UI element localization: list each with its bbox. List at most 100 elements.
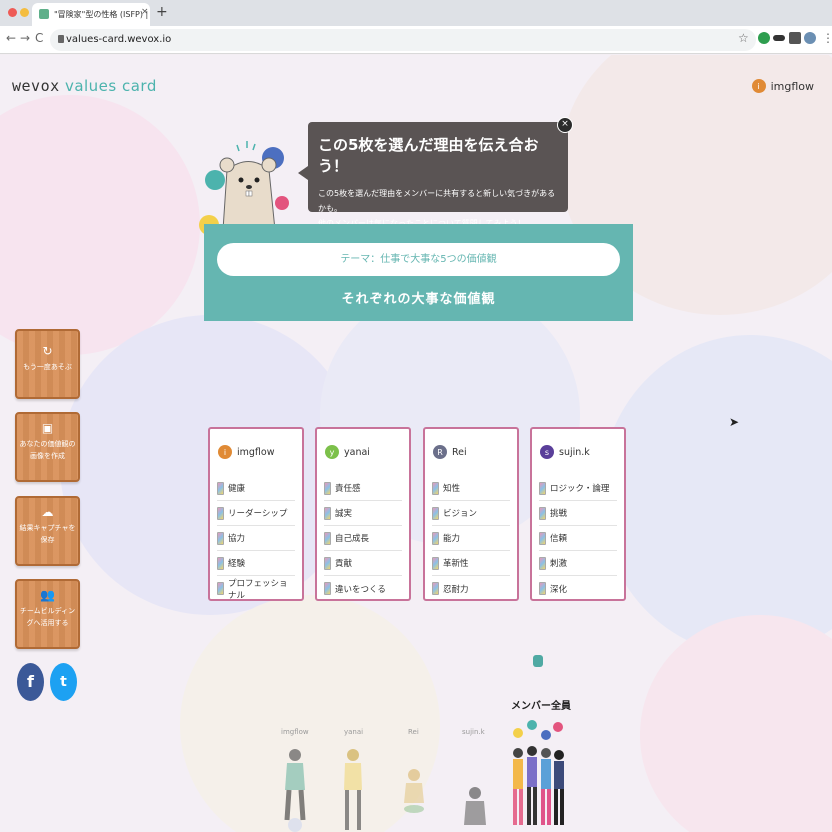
team-building-label-2: グへ活用する xyxy=(26,619,69,627)
browser-menu-icon[interactable]: ⋮ xyxy=(822,31,832,45)
value-item: 信頼 xyxy=(539,526,617,551)
member-name: Rei xyxy=(452,446,467,458)
member-card: i imgflow 健康 リーダーシップ 協力 経験 プロフェッショナル xyxy=(208,427,304,601)
value-label: 健康 xyxy=(228,484,246,494)
forward-button[interactable]: → xyxy=(20,31,30,45)
member-card: y yanai 責任感 誠実 自己成長 貢献 違いをつくる xyxy=(315,427,411,601)
value-label: 知性 xyxy=(443,484,461,494)
card-icon xyxy=(432,506,439,520)
replay-icon: ↻ xyxy=(42,344,53,358)
value-item: 自己成長 xyxy=(324,526,402,551)
member-tab-label[interactable]: sujin.k xyxy=(462,728,485,736)
value-label: 責任感 xyxy=(335,484,361,494)
close-window-button[interactable] xyxy=(8,8,17,17)
browser-toolbar: ← → C values-card.wevox.io ☆ ⋮ xyxy=(0,26,832,54)
card-icon xyxy=(539,531,546,545)
value-item: 深化 xyxy=(539,576,617,601)
bubble-line-1: この5枚を選んだ理由をメンバーに共有すると新しい気づきがあるかも。 xyxy=(318,189,556,213)
member-tab-label[interactable]: yanai xyxy=(344,728,363,736)
save-capture-button[interactable]: ☁ 結果キャプチャを 保存 xyxy=(15,496,80,566)
member-illustration xyxy=(404,769,424,813)
extension-glasses-icon[interactable] xyxy=(773,35,785,41)
value-label: 革新性 xyxy=(443,559,469,569)
extension-icon[interactable] xyxy=(758,32,770,44)
member-header: s sujin.k xyxy=(540,445,590,459)
page-content: wevox values card i imgflow この5枚を選んだ理由を伝… xyxy=(0,55,832,832)
value-item: ビジョン xyxy=(432,501,510,526)
value-label: 協力 xyxy=(228,534,246,544)
card-icon xyxy=(217,556,224,570)
card-icon xyxy=(432,556,439,570)
member-avatar: R xyxy=(433,445,447,459)
play-again-button[interactable]: ↻ もう一度あそぶ xyxy=(15,329,80,399)
bg-blob xyxy=(600,335,832,655)
new-tab-button[interactable]: + xyxy=(156,4,168,20)
card-icon xyxy=(432,481,439,495)
value-item: ロジック・論理 xyxy=(539,476,617,501)
member-name: yanai xyxy=(344,446,370,458)
card-icon xyxy=(324,531,331,545)
member-tab-label[interactable]: imgflow xyxy=(281,728,309,736)
create-image-button[interactable]: ▣ あなたの価値観の 画像を作成 xyxy=(15,412,80,482)
member-name: sujin.k xyxy=(559,446,590,458)
bubble-close-button[interactable]: × xyxy=(557,117,573,133)
value-label: 誠実 xyxy=(335,509,353,519)
member-avatar: s xyxy=(540,445,554,459)
puzzle-icon[interactable] xyxy=(789,32,801,44)
logo-brand: wevox xyxy=(12,77,60,95)
wevox-logo[interactable]: wevox values card xyxy=(12,77,157,95)
card-icon xyxy=(324,481,331,495)
team-building-button[interactable]: 👥 チームビルディン グへ活用する xyxy=(15,579,80,649)
card-icon xyxy=(217,506,224,520)
reload-button[interactable]: C xyxy=(35,31,43,45)
profile-avatar[interactable] xyxy=(804,32,816,44)
value-label: 信頼 xyxy=(550,534,568,544)
card-icon xyxy=(217,531,224,545)
team-building-label-1: チームビルディン xyxy=(19,607,76,615)
value-label: 挑戦 xyxy=(550,509,568,519)
user-menu[interactable]: i imgflow xyxy=(751,79,814,93)
value-label: 自己成長 xyxy=(335,534,370,544)
card-icon xyxy=(324,582,331,595)
address-bar[interactable]: values-card.wevox.io xyxy=(50,29,756,51)
bookmark-star-icon[interactable]: ☆ xyxy=(738,31,749,45)
hint-bubble: この5枚を選んだ理由を伝え合おう！ この5枚を選んだ理由をメンバーに共有すると新… xyxy=(298,117,573,228)
value-item: 協力 xyxy=(217,526,295,551)
browser-tab[interactable]: "冒険家"型の性格 (ISFP) | 16Pe xyxy=(32,3,150,26)
user-name: imgflow xyxy=(770,79,814,93)
twitter-share-button[interactable]: t xyxy=(50,663,77,701)
tab-close-button[interactable]: × xyxy=(141,7,149,17)
card-icon xyxy=(217,582,224,595)
value-item: プロフェッショナル xyxy=(217,576,295,601)
card-icon xyxy=(539,582,546,595)
member-header: R Rei xyxy=(433,445,467,459)
people-icon: 👥 xyxy=(40,588,55,602)
value-item: 責任感 xyxy=(324,476,402,501)
value-item: 挑戦 xyxy=(539,501,617,526)
image-icon: ▣ xyxy=(41,421,54,435)
value-label: 貢献 xyxy=(335,559,353,569)
value-item: 健康 xyxy=(217,476,295,501)
value-label: 深化 xyxy=(550,584,568,595)
member-avatar: i xyxy=(218,445,232,459)
all-members-label[interactable]: メンバー全員 xyxy=(511,697,571,712)
value-label: 能力 xyxy=(443,534,461,544)
value-label: プロフェッショナル xyxy=(228,578,288,601)
value-label: 違いをつくる xyxy=(335,584,386,595)
value-item: 誠実 xyxy=(324,501,402,526)
browser-tab-bar: "冒険家"型の性格 (ISFP) | 16Pe × + xyxy=(0,0,832,26)
value-item: 革新性 xyxy=(432,551,510,576)
card-icon xyxy=(217,481,224,495)
tab-title: "冒険家"型の性格 (ISFP) | 16Pe xyxy=(54,10,150,19)
url-text: values-card.wevox.io xyxy=(66,34,172,45)
member-header: y yanai xyxy=(325,445,370,459)
create-image-label-1: あなたの価値観の xyxy=(19,440,76,448)
back-button[interactable]: ← xyxy=(6,31,16,45)
card-icon xyxy=(432,582,439,595)
value-label: 刺激 xyxy=(550,559,568,569)
facebook-share-button[interactable]: f xyxy=(17,663,44,701)
minimize-window-button[interactable] xyxy=(20,8,29,17)
save-capture-label-1: 結果キャプチャを xyxy=(19,524,76,532)
member-tab-label[interactable]: Rei xyxy=(408,728,419,736)
value-label: 経験 xyxy=(228,559,246,569)
